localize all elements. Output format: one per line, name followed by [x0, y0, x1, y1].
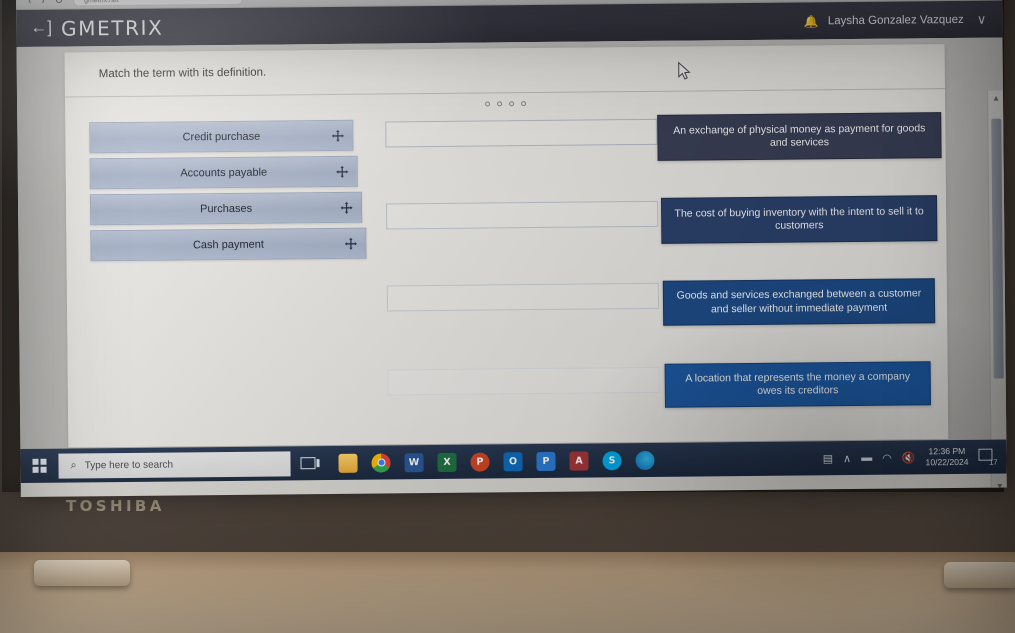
browser-address-bar[interactable]: gmetrix.net	[73, 0, 244, 7]
search-input[interactable]: ⌕ Type here to search	[58, 450, 291, 479]
file-explorer-icon[interactable]	[338, 453, 358, 473]
definition-text: A location that represents the money a c…	[685, 369, 911, 397]
question-prompt: Match the term with its definition.	[98, 66, 267, 81]
microsoft-access-icon[interactable]: A	[569, 451, 589, 471]
page-background: Match the term with its definition. Cred…	[16, 37, 1007, 493]
laptop-foot-right	[944, 562, 1015, 588]
term-label: Cash payment	[192, 238, 264, 251]
term-label: Purchases	[200, 202, 253, 215]
drop-zone[interactable]	[386, 200, 659, 230]
wifi-icon[interactable]: ◠	[882, 451, 892, 464]
laptop-foot-left	[34, 560, 130, 586]
brand-area[interactable]: ←] GMETRIX	[30, 15, 163, 40]
clock-time: 12:36 PM	[928, 446, 966, 457]
pagination-dot[interactable]	[496, 101, 502, 107]
definition-text: An exchange of physical money as payment…	[673, 121, 926, 149]
laptop-photo: TOSHIBA ‹ › ↻ gmetrix.net ←] GMETRIX 🔔 L…	[0, 0, 1015, 633]
user-name-label: Laysha Gonzalez Vazquez	[827, 13, 964, 27]
clock-date: 10/22/2024	[925, 456, 969, 468]
move-handle-icon[interactable]	[331, 129, 344, 142]
notification-count: 17	[989, 457, 998, 467]
move-handle-icon[interactable]	[336, 165, 349, 178]
skype-icon[interactable]: S	[602, 450, 622, 470]
drop-zone-column	[385, 113, 678, 396]
search-icon: ⌕	[70, 458, 77, 471]
drop-zone[interactable]	[386, 282, 660, 312]
microsoft-word-icon[interactable]: W	[404, 452, 424, 472]
definition-column: An exchange of physical money as payment…	[657, 110, 952, 408]
notification-bell-icon[interactable]: 🔔	[804, 14, 819, 28]
term-tile[interactable]: Purchases	[89, 191, 363, 226]
question-card: Match the term with its definition. Cred…	[64, 44, 949, 448]
notification-center-icon[interactable]: 17	[978, 448, 998, 467]
definition-card[interactable]: The cost of buying inventory with the in…	[660, 195, 938, 244]
google-chrome-icon[interactable]	[371, 452, 391, 473]
clock[interactable]: 12:36 PM 10/22/2024	[925, 446, 968, 468]
scroll-up-arrow-icon[interactable]: ▲	[988, 91, 1004, 105]
term-column: Credit purchase Accounts payable Purchas…	[89, 116, 380, 262]
term-label: Accounts payable	[180, 166, 268, 179]
action-center-icon[interactable]: ▤	[823, 452, 834, 465]
show-hidden-icons-icon[interactable]: ∧	[843, 452, 851, 465]
system-tray: ▤ ∧ ▬ ◠ 🔇 12:36 PM 10/22/2024 17	[823, 446, 1007, 469]
browser-forward-icon[interactable]: ›	[41, 0, 44, 6]
brand-title: GMETRIX	[60, 15, 164, 41]
term-tile[interactable]: Accounts payable	[89, 155, 358, 190]
keyboard-area	[194, 544, 258, 554]
microsoft-powerpoint-icon[interactable]: P	[470, 451, 490, 472]
pagination-dot[interactable]	[520, 101, 526, 107]
definition-text: The cost of buying inventory with the in…	[674, 204, 924, 232]
microsoft-outlook-icon[interactable]: O	[503, 451, 523, 471]
move-handle-icon[interactable]	[344, 237, 357, 250]
term-tile[interactable]: Cash payment	[90, 227, 367, 262]
volume-icon[interactable]: 🔇	[902, 451, 916, 464]
definition-card[interactable]: An exchange of physical money as payment…	[657, 112, 942, 161]
term-tile[interactable]: Credit purchase	[89, 119, 354, 154]
user-menu[interactable]: 🔔 Laysha Gonzalez Vazquez ∨	[804, 11, 987, 29]
windows-logo-icon	[32, 458, 47, 473]
start-button[interactable]	[20, 449, 58, 483]
definition-card[interactable]: Goods and services exchanged between a c…	[662, 278, 936, 326]
exit-back-icon[interactable]: ←]	[30, 18, 52, 37]
battery-icon[interactable]: ▬	[861, 452, 872, 464]
task-view-button[interactable]	[290, 457, 324, 470]
drop-zone[interactable]	[387, 366, 660, 396]
task-view-icon	[299, 457, 316, 470]
browser-reload-icon[interactable]: ↻	[55, 0, 63, 6]
browser-back-icon[interactable]: ‹	[28, 0, 31, 6]
pinned-apps: W X P O P A S	[338, 450, 655, 473]
pagination-dot[interactable]	[484, 101, 490, 107]
move-handle-icon[interactable]	[340, 201, 353, 214]
drop-zone[interactable]	[385, 118, 658, 148]
search-placeholder: Type here to search	[84, 459, 174, 471]
laptop-screen: ‹ › ↻ gmetrix.net ←] GMETRIX 🔔 Laysha Go…	[16, 0, 1007, 497]
toshiba-logo: TOSHIBA	[66, 497, 165, 515]
pagination-dot[interactable]	[508, 101, 514, 107]
microsoft-excel-icon[interactable]: X	[437, 452, 457, 472]
microsoft-edge-icon[interactable]	[635, 450, 655, 470]
definition-text: Goods and services exchanged between a c…	[676, 287, 922, 315]
microsoft-publisher-icon[interactable]: P	[536, 451, 556, 471]
scrollbar-thumb[interactable]	[991, 118, 1004, 379]
term-label: Credit purchase	[182, 130, 261, 143]
chevron-down-icon[interactable]: ∨	[977, 11, 987, 27]
matching-area: Credit purchase Accounts payable Purchas…	[65, 110, 948, 443]
definition-card[interactable]: A location that represents the money a c…	[664, 361, 931, 408]
